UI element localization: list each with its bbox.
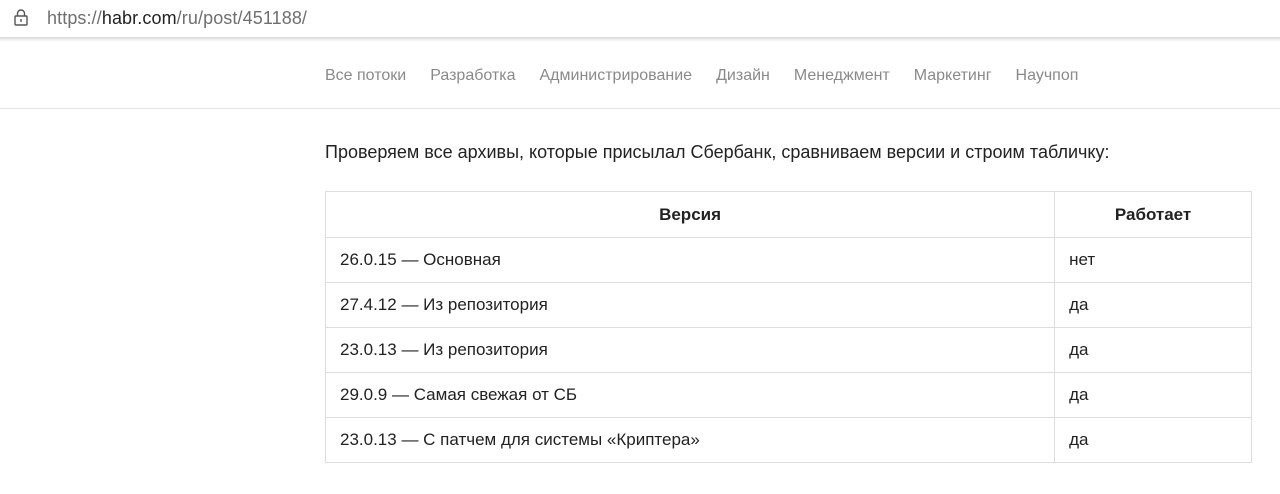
- nav-items: Все потоки Разработка Администрирование …: [325, 66, 1078, 86]
- table-row: 23.0.13 — Из репозитория да: [324, 327, 1252, 373]
- url-text[interactable]: https://habr.com/ru/post/451188/: [47, 8, 307, 28]
- cell-works: да: [1054, 282, 1252, 328]
- url-path: /ru/post/451188/: [176, 8, 308, 28]
- cell-version: 23.0.13 — С патчем для системы «Криптера…: [324, 417, 1056, 463]
- cell-version: 26.0.15 — Основная: [324, 237, 1056, 283]
- nav-item-management[interactable]: Менеджмент: [794, 66, 890, 86]
- nav-item-popsci[interactable]: Научпоп: [1016, 66, 1079, 86]
- cell-version: 23.0.13 — Из репозитория: [324, 327, 1056, 373]
- header-works: Работает: [1054, 191, 1252, 238]
- header-version: Версия: [324, 191, 1056, 238]
- table-row: 26.0.15 — Основная нет: [324, 237, 1252, 283]
- cell-works: да: [1054, 417, 1252, 463]
- cell-version: 27.4.12 — Из репозитория: [324, 282, 1056, 328]
- table-row: 27.4.12 — Из репозитория да: [324, 282, 1252, 328]
- table-row: 29.0.9 — Самая свежая от СБ да: [324, 372, 1252, 418]
- nav-item-administration[interactable]: Администрирование: [540, 66, 693, 86]
- cell-works: да: [1054, 327, 1252, 373]
- nav-item-all-streams[interactable]: Все потоки: [325, 66, 406, 86]
- cell-works: нет: [1054, 237, 1252, 283]
- nav-item-marketing[interactable]: Маркетинг: [914, 66, 992, 86]
- lock-icon[interactable]: [14, 8, 28, 26]
- site-nav: Все потоки Разработка Администрирование …: [0, 42, 1280, 109]
- table-header-row: Версия Работает: [324, 191, 1252, 238]
- url-host: habr.com: [101, 8, 177, 28]
- url-scheme: https://: [47, 8, 102, 28]
- address-bar[interactable]: https://habr.com/ru/post/451188/: [0, 0, 1280, 37]
- cell-works: да: [1054, 372, 1252, 418]
- nav-item-development[interactable]: Разработка: [430, 66, 515, 86]
- cell-version: 29.0.9 — Самая свежая от СБ: [324, 372, 1056, 418]
- nav-item-design[interactable]: Дизайн: [716, 66, 770, 86]
- table-row: 23.0.13 — С патчем для системы «Криптера…: [324, 417, 1252, 463]
- article-paragraph: Проверяем все архивы, которые присылал С…: [325, 142, 1110, 162]
- versions-table: Версия Работает 26.0.15 — Основная нет 2…: [324, 191, 1252, 463]
